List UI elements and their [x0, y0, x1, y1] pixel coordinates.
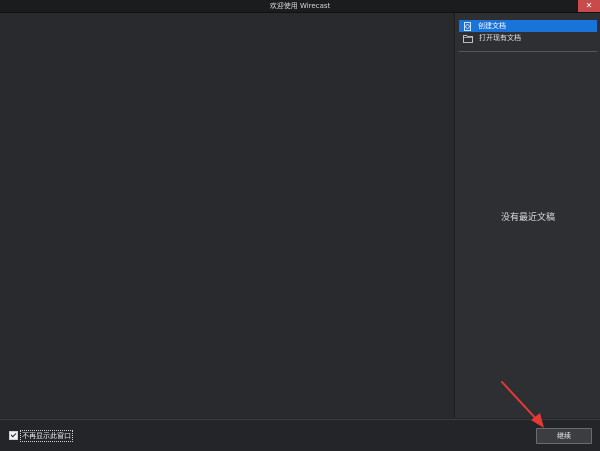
panel-divider	[459, 51, 597, 52]
close-button[interactable]: ✕	[578, 0, 600, 12]
folder-icon	[463, 34, 473, 43]
menu-item-open-document[interactable]: 打开现有文档	[459, 32, 597, 44]
dont-show-again-checkbox[interactable]	[9, 431, 18, 440]
title-bar: 欢迎使用 Wirecast ✕	[0, 0, 600, 13]
continue-button[interactable]: 继续	[536, 428, 592, 444]
dont-show-again-label[interactable]: 不再显示此窗口	[20, 430, 73, 442]
start-panel: 创建文档 打开现有文档 没有最近文稿	[454, 13, 600, 418]
recent-documents-empty: 没有最近文稿	[500, 213, 555, 223]
menu-item-label: 创建文档	[478, 22, 506, 30]
menu-item-create-document[interactable]: 创建文档	[459, 20, 597, 32]
menu-item-label: 打开现有文档	[479, 34, 521, 42]
preview-area	[0, 13, 453, 418]
window-title: 欢迎使用 Wirecast	[269, 2, 331, 10]
footer: 不再显示此窗口 继续	[0, 420, 600, 451]
new-document-icon	[464, 21, 471, 31]
document-menu: 创建文档 打开现有文档	[459, 20, 597, 44]
close-icon: ✕	[585, 1, 593, 10]
